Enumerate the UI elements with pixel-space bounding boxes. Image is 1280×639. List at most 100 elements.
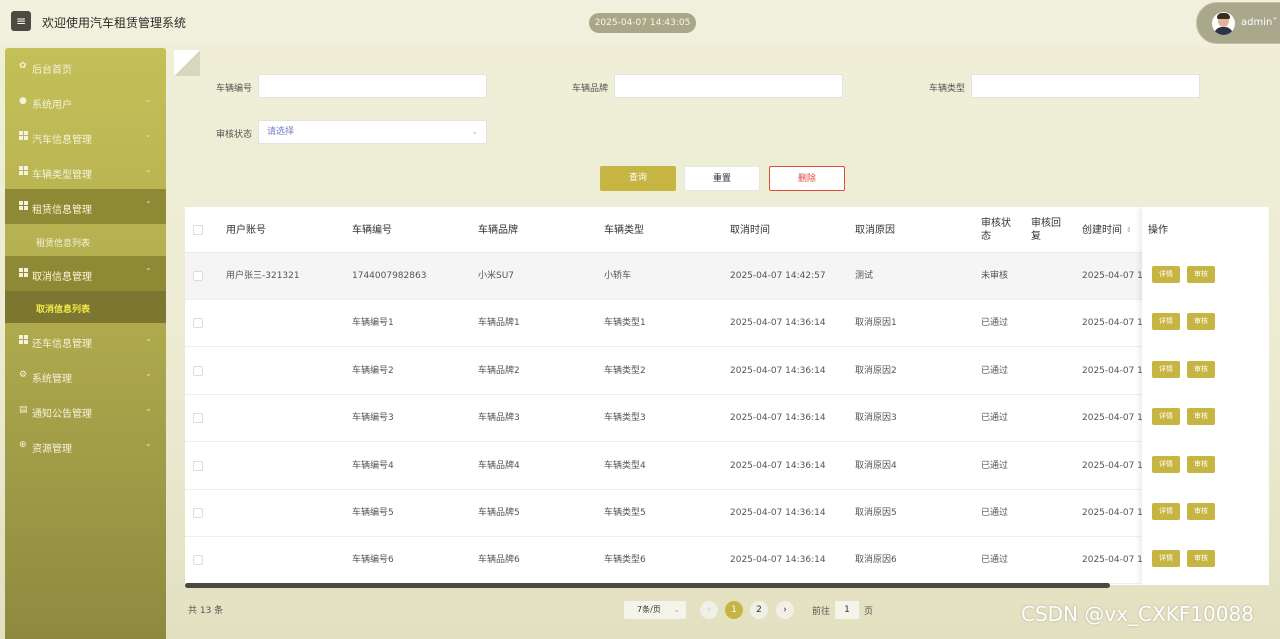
- row-checkbox[interactable]: [193, 413, 203, 424]
- table-row[interactable]: 车辆编号1 车辆品牌1 车辆类型1 2025-04-07 14:36:14 取消原因1 已…: [185, 300, 1269, 348]
- goto-page-input[interactable]: 1: [835, 601, 859, 619]
- table-row[interactable]: 车辆编号6 车辆品牌6 车辆类型6 2025-04-07 14:36:14 取消原因6 已…: [185, 537, 1269, 585]
- row-checkbox[interactable]: [193, 508, 203, 518]
- sidebar-item-announcements[interactable]: ▤ 通知公告管理 ⌄: [5, 393, 166, 428]
- row-checkbox[interactable]: [193, 460, 203, 471]
- grid-icon: [19, 268, 29, 278]
- reset-button[interactable]: 重置: [684, 166, 760, 191]
- table-cell-created: 2025-04-07 14: [1082, 271, 1149, 281]
- table-row[interactable]: 车辆编号2 车辆品牌2 车辆类型2 2025-04-07 14:36:14 取消原因2 已…: [185, 347, 1269, 395]
- next-page-button[interactable]: ›: [776, 601, 794, 619]
- audit-button[interactable]: 审核: [1187, 360, 1215, 378]
- chevron-up-icon: ⌃: [145, 267, 152, 276]
- doc-icon: ▤: [19, 405, 28, 415]
- audit-button[interactable]: 审核: [1187, 266, 1215, 283]
- table-row[interactable]: 车辆编号5 车辆品牌5 车辆类型5 2025-04-07 14:36:14 取消原因5 已…: [185, 490, 1269, 537]
- delete-button[interactable]: 删除: [769, 166, 845, 191]
- sidebar-item-cancel-info[interactable]: 取消信息管理 ⌃: [5, 256, 166, 291]
- table-cell-user: 用户张三-321321: [226, 271, 300, 281]
- chevron-down-icon: ⌄: [471, 127, 478, 136]
- audit-status-placeholder: 请选择: [267, 127, 295, 137]
- vehicle-type-input[interactable]: [971, 74, 1200, 98]
- table-cell-status: 未审核: [981, 271, 1009, 281]
- row-checkbox[interactable]: [193, 555, 203, 566]
- detail-button[interactable]: 详情: [1152, 408, 1180, 426]
- actions-column: 操作 详情 审核 详情 审核 详情 审核 详情 审核 详情 审核 详情 审核 详情 审核: [1142, 207, 1269, 585]
- grid-icon: [19, 201, 29, 211]
- sidebar-item-system-users[interactable]: ● 系统用户 ⌄: [5, 84, 166, 119]
- sidebar-item-dashboard[interactable]: ✿ 后台首页: [5, 49, 166, 84]
- horizontal-scrollbar[interactable]: [185, 583, 1110, 588]
- sidebar-item-car-info[interactable]: 汽车信息管理 ⌄: [5, 119, 166, 154]
- table-cell-created: 2025-04-07 14: [1082, 508, 1149, 518]
- prev-page-button[interactable]: ‹: [700, 601, 718, 619]
- audit-button[interactable]: 审核: [1187, 550, 1215, 568]
- sidebar-item-vehicle-type[interactable]: 车辆类型管理 ⌄: [5, 154, 166, 189]
- vehicle-no-label: 车辆编号: [216, 84, 253, 94]
- vehicle-no-input[interactable]: [258, 74, 487, 98]
- table-cell-type: 车辆类型2: [604, 365, 646, 376]
- chevron-down-icon: ⌄: [145, 95, 152, 104]
- query-button[interactable]: 查询: [600, 166, 676, 191]
- row-checkbox[interactable]: [193, 271, 203, 281]
- vehicle-brand-input[interactable]: [614, 74, 843, 98]
- audit-button[interactable]: 审核: [1187, 313, 1215, 331]
- table-cell-brand: 车辆品牌6: [478, 555, 520, 566]
- table-cell-no: 车辆编号4: [352, 460, 394, 471]
- page-1-button[interactable]: 1: [725, 601, 743, 619]
- detail-button[interactable]: 详情: [1152, 503, 1180, 520]
- audit-button[interactable]: 审核: [1187, 503, 1215, 520]
- gear-icon: ⚙: [19, 370, 28, 380]
- column-header-sortable[interactable]: 创建时间 ⇕: [1082, 207, 1132, 253]
- goto-prefix: 前往: [812, 607, 831, 617]
- table-cell-status: 已通过: [981, 555, 1009, 566]
- table-cell-time: 2025-04-07 14:36:14: [730, 508, 826, 518]
- sidebar-subitem-cancel-list[interactable]: 取消信息列表: [5, 291, 166, 323]
- vehicle-type-label: 车辆类型: [929, 84, 966, 94]
- audit-button[interactable]: 审核: [1187, 455, 1215, 473]
- table-cell-status: 已通过: [981, 413, 1009, 424]
- table-row[interactable]: 车辆编号3 车辆品牌3 车辆类型3 2025-04-07 14:36:14 取消原因3 已…: [185, 395, 1269, 443]
- select-all-checkbox[interactable]: [193, 225, 203, 235]
- user-menu[interactable]: admin˅: [1196, 2, 1280, 44]
- sidebar-subitem-label: 取消信息列表: [36, 305, 91, 315]
- page-size-select[interactable]: 7条/页 ⌄: [624, 601, 686, 619]
- table-cell-time: 2025-04-07 14:36:14: [730, 318, 826, 329]
- table-cell-type: 车辆类型4: [604, 460, 646, 471]
- table-cell-reason: 取消原因3: [855, 413, 897, 424]
- table-cell-brand: 车辆品牌2: [478, 365, 520, 376]
- sidebar-item-return-info[interactable]: 还车信息管理 ⌄: [5, 323, 166, 358]
- sidebar-item-label: 汽车信息管理: [32, 135, 92, 146]
- column-header: 车辆类型: [604, 224, 644, 236]
- row-checkbox[interactable]: [193, 365, 203, 376]
- table-cell-no: 1744007982863: [352, 271, 427, 281]
- menu-icon[interactable]: ≡: [11, 11, 31, 31]
- table-cell-brand: 小米SU7: [478, 271, 515, 281]
- sidebar-subitem-label: 租赁信息列表: [36, 239, 91, 249]
- sidebar-subitem-rental-list[interactable]: 租赁信息列表: [5, 225, 166, 257]
- audit-button[interactable]: 审核: [1187, 408, 1215, 426]
- table-row[interactable]: 用户张三-321321 1744007982863 小米SU7 小轿车 2025-04-…: [185, 253, 1269, 300]
- table-cell-brand: 车辆品牌1: [478, 318, 520, 329]
- detail-button[interactable]: 详情: [1152, 313, 1180, 331]
- table-row[interactable]: 车辆编号4 车辆品牌4 车辆类型4 2025-04-07 14:36:14 取消原因4 已…: [185, 442, 1269, 490]
- detail-button[interactable]: 详情: [1152, 266, 1180, 283]
- table-cell-no: 车辆编号5: [352, 508, 394, 518]
- detail-button[interactable]: 详情: [1152, 455, 1180, 473]
- sidebar-item-label: 还车信息管理: [32, 339, 92, 350]
- page-2-button[interactable]: 2: [750, 601, 768, 619]
- sidebar-item-label: 车辆类型管理: [32, 170, 92, 181]
- sort-icon[interactable]: ⇕: [1126, 224, 1132, 237]
- audit-status-label: 审核状态: [216, 130, 253, 140]
- audit-status-select[interactable]: 请选择 ⌄: [258, 120, 487, 144]
- sidebar-item-rental-info[interactable]: 租赁信息管理 ⌃: [5, 189, 166, 224]
- sidebar-item-label: 资源管理: [32, 444, 72, 455]
- detail-button[interactable]: 详情: [1152, 360, 1180, 378]
- detail-button[interactable]: 详情: [1152, 550, 1180, 568]
- sidebar-item-label: 通知公告管理: [32, 409, 92, 420]
- sidebar-item-resources[interactable]: ⊕ 资源管理 ⌄: [5, 428, 166, 463]
- table-cell-no: 车辆编号3: [352, 413, 394, 424]
- row-checkbox[interactable]: [193, 318, 203, 329]
- avatar: [1212, 12, 1235, 35]
- sidebar-item-system-settings[interactable]: ⚙ 系统管理 ⌄: [5, 358, 166, 393]
